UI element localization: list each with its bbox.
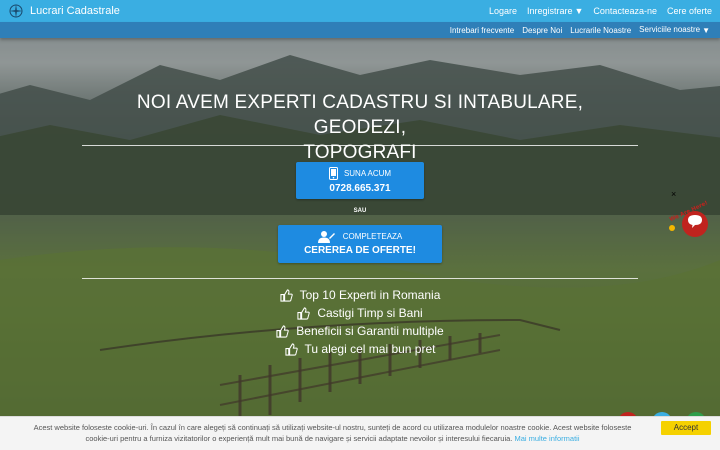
- benefit-text: Top 10 Experti in Romania: [299, 288, 441, 302]
- thumbs-up-icon: [280, 288, 293, 302]
- form-button-label: COMPLETEAZA: [342, 232, 403, 241]
- top-nav: Logare Inregistrare ▼ Contacteaza-ne Cere…: [489, 6, 712, 17]
- top-navbar: Lucrari Cadastrale Logare Inregistrare ▼ …: [0, 0, 720, 22]
- accept-cookies-button[interactable]: Accept: [661, 421, 711, 435]
- secondary-navbar: Intrebari frecvente Despre Noi Lucrarile…: [0, 22, 720, 38]
- user-form-icon: [317, 231, 335, 243]
- phone-number: 0728.665.371: [329, 183, 391, 194]
- list-item: Beneficii si Garantii multiple: [0, 322, 720, 340]
- list-item: Tu alegi cel mai bun pret: [0, 340, 720, 358]
- subnav-faq-link[interactable]: Intrebari frecvente: [450, 26, 514, 35]
- subnav-services-dropdown[interactable]: Serviciile noastre ▼: [639, 25, 710, 34]
- compass-logo-icon: [9, 4, 23, 18]
- subnav-works-link[interactable]: Lucrarile Noastre: [570, 26, 631, 35]
- divider: [82, 278, 638, 279]
- nav-register-dropdown[interactable]: Inregistrare ▼: [527, 6, 583, 17]
- headline-line1: NOI AVEM EXPERTI CADASTRU SI INTABULARE,…: [136, 92, 584, 138]
- list-item: Castigi Timp si Bani: [0, 304, 720, 322]
- benefit-text: Beneficii si Garantii multiple: [296, 324, 444, 338]
- cookie-text: Acest website foloseste cookie-uri. În c…: [10, 422, 655, 444]
- nav-login-link[interactable]: Logare: [489, 6, 517, 17]
- chat-widget-button[interactable]: We Are Here!: [666, 200, 712, 244]
- benefit-text: Castigi Timp si Bani: [317, 306, 423, 320]
- subnav-services-label: Serviciile noastre: [639, 25, 701, 35]
- caret-down-icon: ▼: [574, 6, 584, 17]
- list-item: Top 10 Experti in Romania: [0, 286, 720, 304]
- request-offers-button[interactable]: COMPLETEAZA CEREREA DE OFERTE!: [278, 225, 442, 263]
- brand[interactable]: Lucrari Cadastrale: [8, 3, 120, 19]
- benefit-text: Tu alegi cel mai bun pret: [304, 342, 436, 356]
- form-button-cta: CEREREA DE OFERTE!: [304, 245, 416, 256]
- thumbs-up-icon: [276, 324, 290, 338]
- thumbs-up-icon: [284, 342, 298, 356]
- thumbs-up-icon: [297, 306, 311, 320]
- or-separator: SAU: [353, 208, 367, 214]
- nav-contact-link[interactable]: Contacteaza-ne: [593, 6, 657, 17]
- nav-offers-link[interactable]: Cere oferte: [667, 6, 712, 17]
- nav-register-label: Inregistrare: [526, 5, 573, 16]
- call-now-button[interactable]: SUNA ACUM 0728.665.371: [296, 162, 424, 199]
- hero-headline: NOI AVEM EXPERTI CADASTRU SI INTABULARE,…: [90, 90, 630, 165]
- phone-icon: [328, 167, 338, 180]
- caret-down-icon: ▼: [702, 25, 710, 35]
- hero-content: NOI AVEM EXPERTI CADASTRU SI INTABULARE,…: [0, 0, 720, 450]
- brand-title: Lucrari Cadastrale: [30, 5, 120, 17]
- chat-close-icon[interactable]: ×: [671, 189, 676, 199]
- call-button-label: SUNA ACUM: [343, 169, 392, 178]
- cookie-text-line2: cookie-uri pentru a furniza vizitatorilo…: [85, 434, 513, 443]
- cookie-more-info-link[interactable]: Mai multe informatii: [514, 434, 579, 443]
- divider: [82, 145, 638, 146]
- cookie-banner: Acest website foloseste cookie-uri. În c…: [0, 416, 720, 450]
- benefits-list: Top 10 Experti in Romania Castigi Timp s…: [0, 286, 720, 358]
- subnav-about-link[interactable]: Despre Noi: [522, 26, 562, 35]
- cookie-text-line1: Acest website foloseste cookie-uri. În c…: [33, 423, 632, 432]
